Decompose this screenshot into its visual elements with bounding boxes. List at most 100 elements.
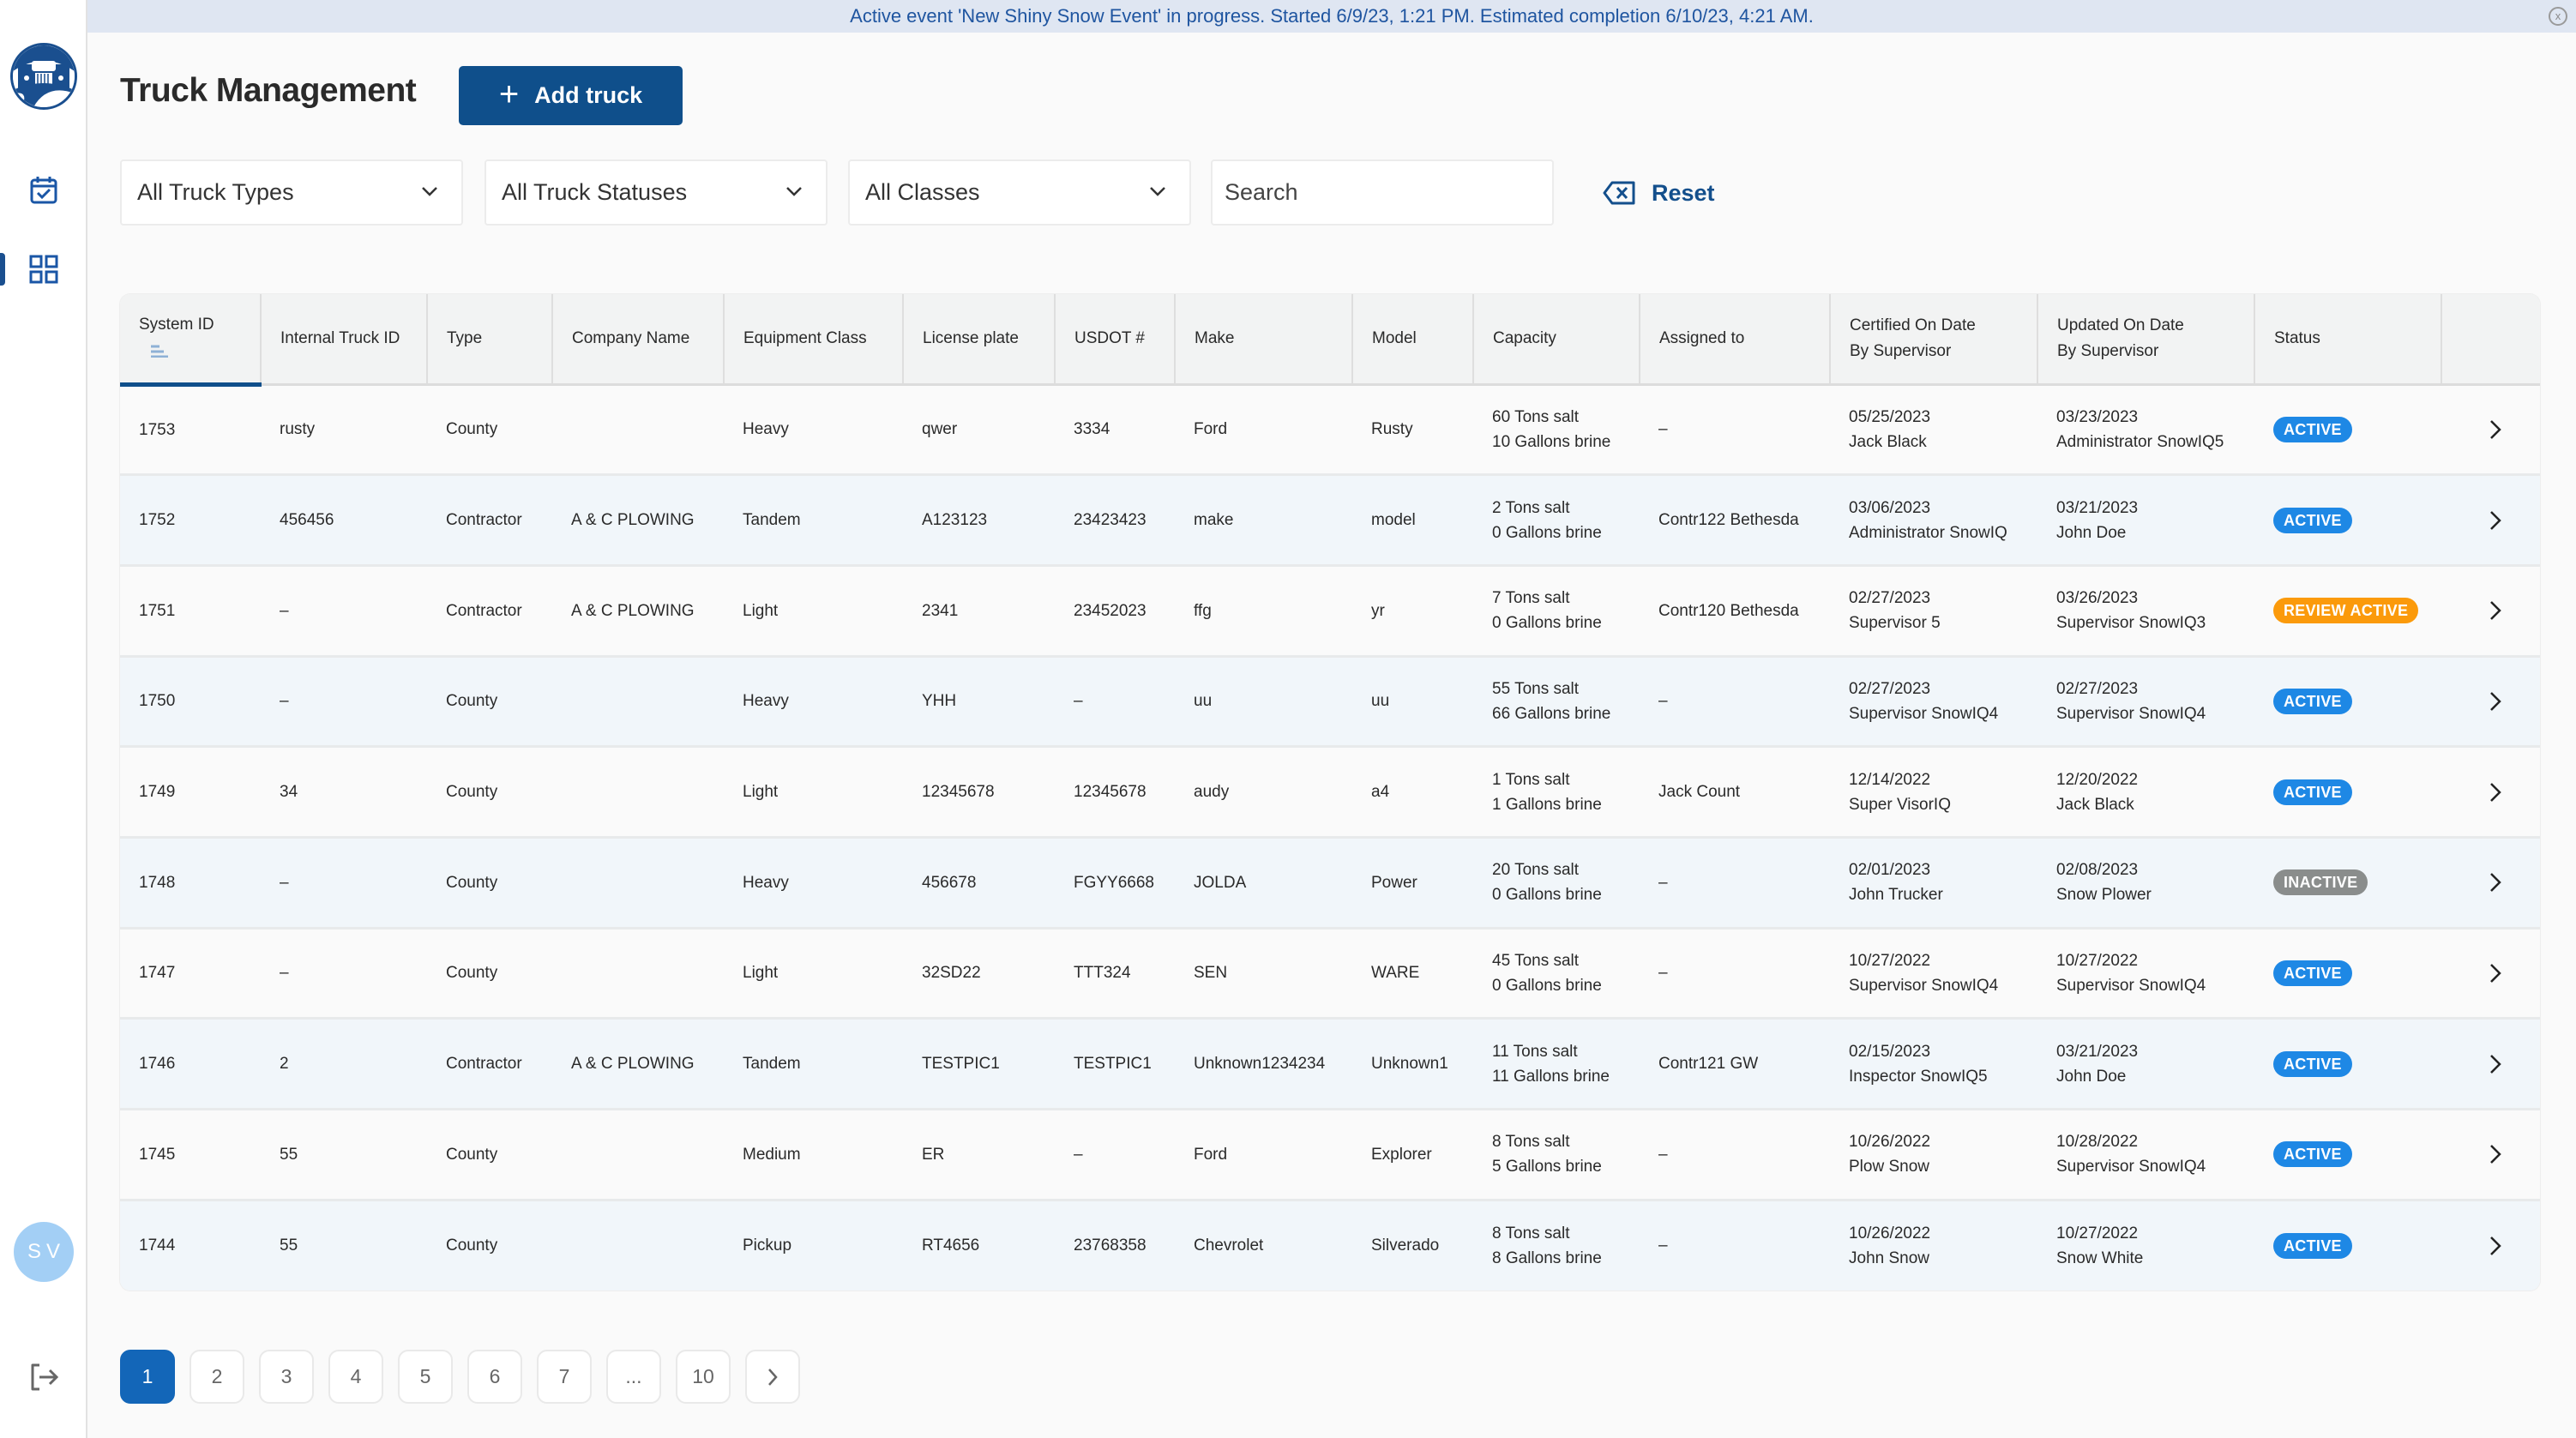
col-header-license-plate[interactable]: License plate [903,294,1056,386]
truck-type-select[interactable]: All Truck Types [120,159,463,226]
table-row[interactable]: 1747 – County Light 32SD22 TTT324 SEN WA… [120,928,2540,1019]
cell-type: County [446,420,498,439]
banner-message: Active event 'New Shiny Snow Event' in p… [850,5,1814,27]
cell-action[interactable] [2441,1110,2540,1200]
certified-date: 02/27/2023 [1849,679,1931,698]
cell-action[interactable] [2441,475,2540,566]
table-row[interactable]: 1751 – Contractor A & C PLOWING Light 23… [120,565,2540,657]
cell-updated: 02/27/2023 Supervisor SnowIQ4 [2037,656,2254,747]
cell-updated: 10/27/2022 Supervisor SnowIQ4 [2037,928,2254,1019]
page-button-6[interactable]: 6 [467,1350,522,1404]
chevron-right-icon[interactable] [2486,599,2505,623]
table-row[interactable]: 1745 55 County Medium ER – Ford Explorer… [120,1109,2540,1200]
table-row[interactable]: 1748 – County Heavy 456678 FGYY6668 JOLD… [120,837,2540,929]
certified-date: 05/25/2023 [1849,407,1931,426]
cell-type: Contractor [446,511,522,530]
updated-by: Supervisor SnowIQ4 [2056,704,2206,723]
table-row[interactable]: 1752 456456 Contractor A & C PLOWING Tan… [120,474,2540,566]
col-header-make[interactable]: Make [1175,294,1353,386]
table-row[interactable]: 1753 rusty County Heavy qwer 3334 Ford R… [120,384,2540,475]
cell-action[interactable] [2441,928,2540,1019]
page-button-10[interactable]: 10 [676,1350,731,1404]
chevron-right-icon[interactable] [2486,689,2505,713]
chevron-right-icon[interactable] [2486,780,2505,804]
col-header-company[interactable]: Company Name [552,294,725,386]
page-button-3[interactable]: 3 [259,1350,314,1404]
certified-by: Inspector SnowIQ5 [1849,1067,1988,1086]
col-header-updated[interactable]: Updated On Date By Supervisor [2037,294,2255,386]
col-header-system-id[interactable]: System ID [120,294,262,387]
cell-usdot: 23423423 [1074,511,1147,530]
chevron-right-icon[interactable] [2486,1142,2505,1166]
add-truck-button[interactable]: + Add truck [459,66,683,125]
next-page-button[interactable] [745,1350,800,1404]
cell-assigned: – [1658,964,1668,983]
logout-button[interactable] [27,1362,62,1393]
cell-system-id: 1745 [139,1145,176,1164]
table-row[interactable]: 1749 34 County Light 12345678 12345678 a… [120,746,2540,838]
page-button-1[interactable]: 1 [120,1350,175,1404]
calendar-check-icon [30,177,57,204]
updated-by: Supervisor SnowIQ4 [2056,1158,2206,1176]
col-header-type[interactable]: Type [427,294,553,386]
reset-button[interactable]: Reset [1602,176,1715,210]
chevron-right-icon[interactable] [2486,508,2505,532]
cell-license-plate: RT4656 [922,1236,980,1255]
col-header-status[interactable]: Status [2254,294,2442,386]
user-avatar[interactable]: SV [14,1222,74,1282]
chevron-right-icon[interactable] [2486,418,2505,442]
chevron-right-icon[interactable] [2486,1052,2505,1076]
page-button-2[interactable]: 2 [190,1350,244,1404]
sidebar-item-calendar[interactable] [27,174,60,207]
chevron-right-icon[interactable] [2486,1234,2505,1258]
cell-internal-id: 55 [280,1145,298,1164]
cell-action[interactable] [2441,656,2540,747]
page-button-5[interactable]: 5 [398,1350,453,1404]
cell-equipment-class: Light [743,964,779,983]
cell-capacity: 11 Tons salt 11 Gallons brine [1473,1019,1640,1110]
table-row[interactable]: 1746 2 Contractor A & C PLOWING Tandem T… [120,1018,2540,1110]
truck-status-select[interactable]: All Truck Statuses [485,159,828,226]
cell-action[interactable] [2441,1200,2540,1291]
cell-action[interactable] [2441,565,2540,656]
updated-by: John Doe [2056,523,2127,542]
app-logo[interactable] [10,43,77,110]
sidebar-item-dashboard[interactable] [27,253,60,286]
cell-internal-id: – [280,601,289,620]
cell-internal-id: 34 [280,783,298,802]
capacity-brine: 10 Gallons brine [1492,432,1611,451]
certified-by: Jack Black [1849,432,1927,451]
col-header-equipment-class[interactable]: Equipment Class [724,294,904,386]
col-header-usdot[interactable]: USDOT # [1055,294,1176,386]
col-header-assigned[interactable]: Assigned to [1640,294,1831,386]
cell-model: WARE [1371,964,1420,983]
cell-action[interactable] [2441,747,2540,838]
close-icon[interactable]: x [2549,7,2567,26]
capacity-brine: 11 Gallons brine [1492,1067,1610,1086]
class-select[interactable]: All Classes [848,159,1191,226]
col-header-capacity[interactable]: Capacity [1473,294,1640,386]
page-button-7[interactable]: 7 [537,1350,592,1404]
truck-status-value: All Truck Statuses [502,179,688,205]
cell-action[interactable] [2441,384,2540,475]
table-row[interactable]: 1744 55 County Pickup RT4656 23768358 Ch… [120,1200,2540,1291]
chevron-right-icon[interactable] [2486,961,2505,985]
cell-action[interactable] [2441,837,2540,928]
certified-by: Plow Snow [1849,1158,1929,1176]
cell-make: Ford [1194,1145,1228,1164]
cell-action[interactable] [2441,1019,2540,1110]
table-row[interactable]: 1750 – County Heavy YHH – uu uu 55 Tons … [120,656,2540,747]
search-input[interactable] [1211,159,1554,226]
col-header-certified[interactable]: Certified On Date By Supervisor [1830,294,2038,386]
chevron-right-icon[interactable] [2486,870,2505,894]
col-header-internal-id[interactable]: Internal Truck ID [261,294,428,386]
col-header-model[interactable]: Model [1352,294,1474,386]
chevron-down-icon [786,187,802,196]
cell-certified: 02/27/2023 Supervisor SnowIQ4 [1830,656,2037,747]
cell-equipment-class: Tandem [743,511,801,530]
plus-icon: + [498,75,520,113]
cell-type: County [446,783,498,802]
cell-internal-id: 2 [280,1055,289,1074]
cell-assigned: – [1658,1145,1668,1164]
page-button-4[interactable]: 4 [328,1350,383,1404]
